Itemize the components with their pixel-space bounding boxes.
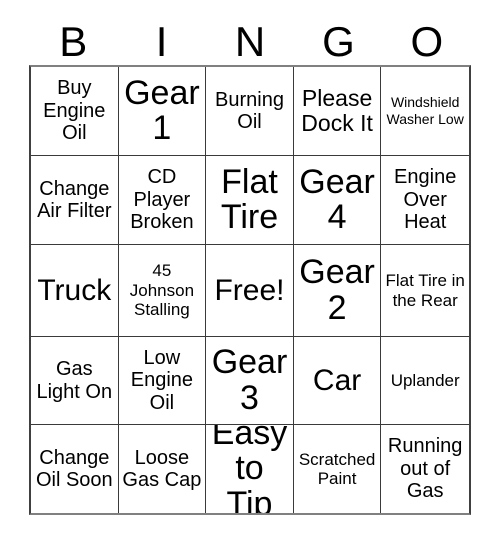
bingo-cell-label: Running out of Gas	[387, 435, 463, 503]
bingo-cell-r1c3[interactable]: Burning Oil	[206, 67, 294, 156]
bingo-header: B I N G O	[29, 18, 471, 64]
bingo-cell-r2c1[interactable]: Change Air Filter	[31, 156, 119, 245]
bingo-cell-r4c3[interactable]: Gear 3	[206, 337, 294, 425]
bingo-cell-label: 45 Johnson Stalling	[129, 261, 195, 320]
bingo-cell-r1c2[interactable]: Gear 1	[118, 67, 207, 156]
bingo-cell-label: Easy to Tip	[211, 425, 288, 513]
bingo-cell-r5c1[interactable]: Change Oil Soon	[31, 425, 119, 513]
header-letter-i: I	[155, 18, 168, 65]
bingo-cell-label: Change Air Filter	[37, 177, 112, 222]
bingo-grid: Buy Engine Oil Gear 1 Burning Oil Please Do…	[29, 65, 471, 515]
bingo-cell-r5c3[interactable]: Easy to Tip	[206, 425, 294, 513]
bingo-cell-r3c5[interactable]: Flat Tire in the Rear	[381, 245, 469, 337]
bingo-cell-r3c4[interactable]: Gear 2	[293, 245, 382, 337]
header-letter-o: O	[410, 18, 444, 65]
bingo-cell-label: Gear 4	[299, 162, 375, 236]
bingo-cell-r1c5[interactable]: Windshield Washer Low	[381, 67, 469, 156]
bingo-cell-label: Flat Tire	[220, 162, 279, 236]
bingo-cell-r5c4[interactable]: Scratched Paint	[293, 425, 382, 513]
bingo-cell-r1c1[interactable]: Buy Engine Oil	[31, 67, 119, 156]
bingo-cell-r5c5[interactable]: Running out of Gas	[381, 425, 469, 513]
bingo-cell-r4c5[interactable]: Uplander	[381, 337, 469, 425]
bingo-cell-r1c4[interactable]: Please Dock It	[293, 67, 382, 156]
bingo-cell-r5c2[interactable]: Loose Gas Cap	[118, 425, 207, 513]
bingo-cell-r4c1[interactable]: Gas Light On	[31, 337, 119, 425]
bingo-cell-label: Gear 3	[211, 343, 288, 417]
bingo-cell-label: Engine Over Heat	[394, 166, 457, 234]
bingo-cell-label: CD Player Broken	[130, 166, 194, 234]
bingo-cell-label: Flat Tire in the Rear	[385, 271, 465, 310]
header-letter-g: G	[322, 18, 355, 65]
header-letter-n: N	[234, 18, 266, 65]
bingo-cell-label: Windshield Washer Low	[386, 94, 464, 127]
bingo-cell-r3c1[interactable]: Truck	[31, 245, 119, 337]
bingo-cell-label: Low Engine Oil	[130, 346, 194, 414]
bingo-cell-r2c4[interactable]: Gear 4	[293, 156, 382, 245]
bingo-cell-label: Gas Light On	[36, 358, 113, 403]
bingo-cell-label: Please Dock It	[301, 85, 373, 136]
bingo-cell-r3c2[interactable]: 45 Johnson Stalling	[118, 245, 207, 337]
bingo-cell-label: Scratched Paint	[298, 449, 376, 488]
bingo-cell-r2c3[interactable]: Flat Tire	[206, 156, 294, 245]
bingo-cell-label: Truck	[37, 273, 112, 307]
bingo-cell-r2c2[interactable]: CD Player Broken	[118, 156, 207, 245]
bingo-card: B I N G O Buy Engine Oil Gear 1 Burning Oi…	[0, 0, 500, 544]
bingo-cell-label: Change Oil Soon	[35, 446, 113, 491]
bingo-cell-r2c5[interactable]: Engine Over Heat	[381, 156, 469, 245]
bingo-cell-r4c4[interactable]: Car	[293, 337, 382, 425]
header-letter-b: B	[59, 18, 88, 65]
bingo-cell-label: Car	[312, 363, 362, 397]
bingo-cell-r3c3[interactable]: Free!	[206, 245, 294, 337]
bingo-cell-label: Loose Gas Cap	[122, 446, 202, 491]
bingo-cell-r4c2[interactable]: Low Engine Oil	[118, 337, 207, 425]
bingo-cell-label: Gear 1	[124, 73, 200, 147]
bingo-cell-label: Uplander	[390, 370, 460, 390]
bingo-cell-label: Burning Oil	[215, 88, 284, 133]
bingo-cell-label: Buy Engine Oil	[43, 77, 106, 145]
bingo-cell-label: Gear 2	[299, 253, 375, 327]
bingo-cell-label: Free!	[214, 273, 285, 307]
